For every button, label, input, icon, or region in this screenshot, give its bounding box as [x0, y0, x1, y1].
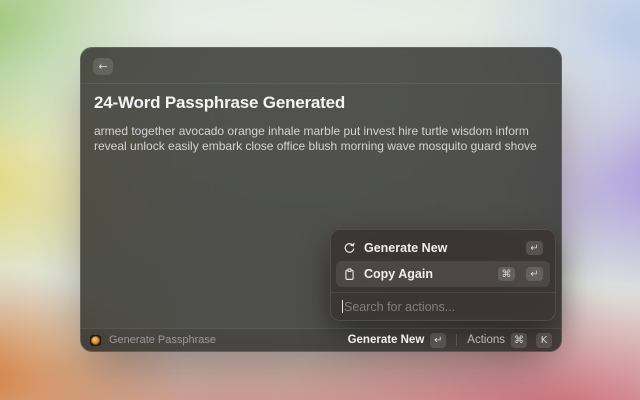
passphrase-window: ← 24-Word Passphrase Generated armed tog…	[80, 47, 562, 352]
footer-app-label: Generate Passphrase	[109, 334, 217, 346]
passphrase-text: armed together avocado orange inhale mar…	[94, 124, 537, 153]
actions-menu-button[interactable]: Actions	[467, 334, 505, 346]
main-content: 24-Word Passphrase Generated armed toget…	[81, 84, 561, 153]
actions-search-input[interactable]	[343, 299, 544, 314]
action-label: Copy Again	[364, 267, 433, 281]
action-item-generate-new[interactable]: Generate New ↵	[336, 235, 550, 261]
return-key-badge: ↵	[526, 267, 543, 281]
cmd-key-badge: ⌘	[511, 332, 527, 348]
action-item-copy-again[interactable]: Copy Again ⌘ ↵	[336, 261, 550, 287]
footer-divider	[456, 334, 458, 346]
return-key-badge: ↵	[430, 332, 447, 348]
action-label: Generate New	[364, 241, 448, 255]
primary-action-button[interactable]: Generate New	[348, 334, 425, 346]
actions-search-row	[331, 292, 555, 320]
refresh-icon	[343, 242, 356, 255]
footer-actions-group: Generate New ↵ Actions ⌘ K	[348, 332, 552, 348]
back-arrow-icon: ←	[98, 60, 108, 73]
back-button[interactable]: ←	[93, 58, 113, 75]
actions-popup: Generate New ↵ Copy Again ⌘ ↵	[330, 229, 556, 321]
window-header: ←	[81, 48, 561, 84]
app-icon-orb	[91, 335, 100, 345]
footer-bar: Generate Passphrase Generate New ↵ Actio…	[81, 328, 561, 351]
footer-app-info: Generate Passphrase	[90, 334, 216, 346]
k-key-badge: K	[536, 332, 552, 348]
cmd-key-badge: ⌘	[498, 267, 515, 281]
return-key-badge: ↵	[526, 241, 543, 255]
passphrase-app-icon	[90, 334, 101, 346]
page-title: 24-Word Passphrase Generated	[94, 93, 346, 112]
clipboard-icon	[343, 267, 356, 281]
